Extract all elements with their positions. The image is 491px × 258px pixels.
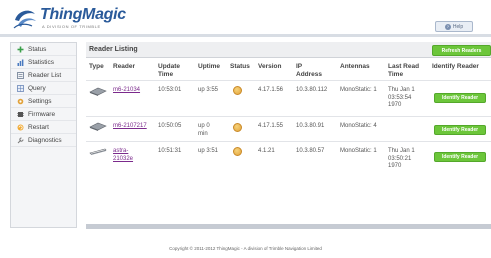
sidebar-item-settings[interactable]: Settings	[11, 95, 76, 108]
status-indicator-icon	[233, 86, 242, 95]
ip-address-cell: 10.3.80.57	[296, 148, 325, 154]
last-read-time-cell: Thu Jan 1 03:50:21 1970	[388, 148, 415, 169]
ip-address-cell: 10.3.80.91	[296, 123, 325, 129]
row-divider	[86, 80, 491, 81]
status-indicator-icon	[233, 123, 242, 132]
column-header-last-read-time: Last Read Time	[388, 63, 420, 78]
column-header-status: Status	[230, 63, 250, 70]
last-read-time-cell: Thu Jan 1 03:53:54 1970	[388, 87, 415, 108]
column-header-version: Version	[258, 63, 282, 70]
bar-chart-icon	[17, 59, 24, 66]
column-header-update-time: Update Time	[158, 63, 181, 78]
plus-icon	[17, 46, 24, 52]
column-header-ip-address: IP Address	[296, 63, 323, 78]
antennas-cell: MonoStatic: 1	[340, 148, 377, 154]
chip-icon	[17, 111, 24, 117]
sidebar-item-restart[interactable]: Restart	[11, 121, 76, 134]
brand-name: ThingMagic	[40, 6, 126, 23]
uptime-cell: up 0 min	[198, 123, 210, 137]
update-time-cell: 10:50:05	[158, 123, 182, 129]
sidebar-item-label: Settings	[28, 97, 52, 105]
version-cell: 4.1.21	[258, 148, 275, 154]
brand-tagline: A DIVISION OF TRIMBLE	[42, 24, 101, 29]
query-icon	[17, 84, 24, 92]
list-icon	[17, 71, 24, 79]
copyright-footer: Copyright © 2011-2012 ThingMagic - A div…	[169, 246, 322, 251]
reader-link[interactable]: m6-21034	[113, 87, 140, 95]
column-header-antennas: Antennas	[340, 63, 370, 70]
sidebar-item-label: Firmware	[28, 110, 56, 118]
panel-bottom-bar	[86, 224, 491, 229]
sidebar-item-firmware[interactable]: Firmware	[11, 108, 76, 121]
row-divider	[86, 116, 491, 117]
help-icon: ?	[444, 23, 451, 30]
refresh-readers-button[interactable]: Refresh Readers	[432, 45, 491, 56]
page-title: Reader Listing	[89, 46, 138, 53]
identify-reader-button[interactable]: Identify Reader	[434, 152, 486, 162]
sidebar-item-label: Statistics	[28, 58, 55, 66]
gear-icon	[17, 98, 24, 104]
sidebar-item-label: Diagnostics	[28, 136, 62, 144]
identify-reader-button[interactable]: Identify Reader	[434, 93, 486, 103]
status-indicator-icon	[233, 147, 242, 156]
row-divider	[86, 141, 491, 142]
help-button[interactable]: ? Help	[435, 21, 473, 32]
version-cell: 4.17.1.56	[258, 87, 284, 93]
wrench-icon	[17, 137, 24, 143]
reader-listing-panel: Reader Listing Refresh Readers Type Read…	[86, 42, 491, 228]
sidebar-item-reader-list[interactable]: Reader List	[11, 69, 76, 82]
help-label: Help	[452, 23, 464, 30]
version-cell: 4.17.1.55	[258, 123, 284, 129]
column-header-type: Type	[89, 63, 104, 70]
ip-address-cell: 10.3.80.112	[296, 87, 328, 93]
sidebar-item-statistics[interactable]: Statistics	[11, 56, 76, 69]
sidebar: Status Statistics Reader List Query Sett…	[10, 42, 77, 228]
column-header-reader: Reader	[113, 63, 136, 70]
reader-device-icon	[89, 122, 107, 131]
antennas-cell: MonoStatic: 4	[340, 123, 377, 129]
antennas-cell: MonoStatic: 1	[340, 87, 377, 93]
sidebar-item-label: Query	[28, 84, 46, 92]
reader-device-icon	[89, 87, 107, 96]
sidebar-item-label: Restart	[28, 123, 49, 131]
sidebar-item-label: Status	[28, 45, 47, 53]
uptime-cell: up 3:51	[198, 148, 219, 154]
reader-link[interactable]: astra-21032e	[113, 148, 139, 163]
update-time-cell: 10:53:01	[158, 87, 182, 93]
header-divider	[0, 34, 491, 37]
identify-reader-button[interactable]: Identify Reader	[434, 125, 486, 135]
column-header-identify-reader: Identify Reader	[432, 63, 479, 70]
reader-link[interactable]: m6-2107217	[113, 123, 147, 131]
listing-header: Reader Listing Refresh Readers	[86, 42, 491, 58]
sidebar-item-label: Reader List	[28, 71, 62, 79]
update-time-cell: 10:51:31	[158, 148, 182, 154]
uptime-cell: up 3:55	[198, 87, 219, 93]
restart-icon	[17, 124, 24, 130]
column-header-uptime: Uptime	[198, 63, 221, 70]
thingmagic-logo-icon	[13, 10, 36, 29]
sidebar-item-query[interactable]: Query	[11, 82, 76, 95]
sidebar-item-diagnostics[interactable]: Diagnostics	[11, 134, 76, 147]
reader-device-icon	[89, 148, 107, 155]
app-header: ThingMagic A DIVISION OF TRIMBLE ? Help	[0, 0, 491, 36]
sidebar-item-status[interactable]: Status	[11, 43, 76, 56]
